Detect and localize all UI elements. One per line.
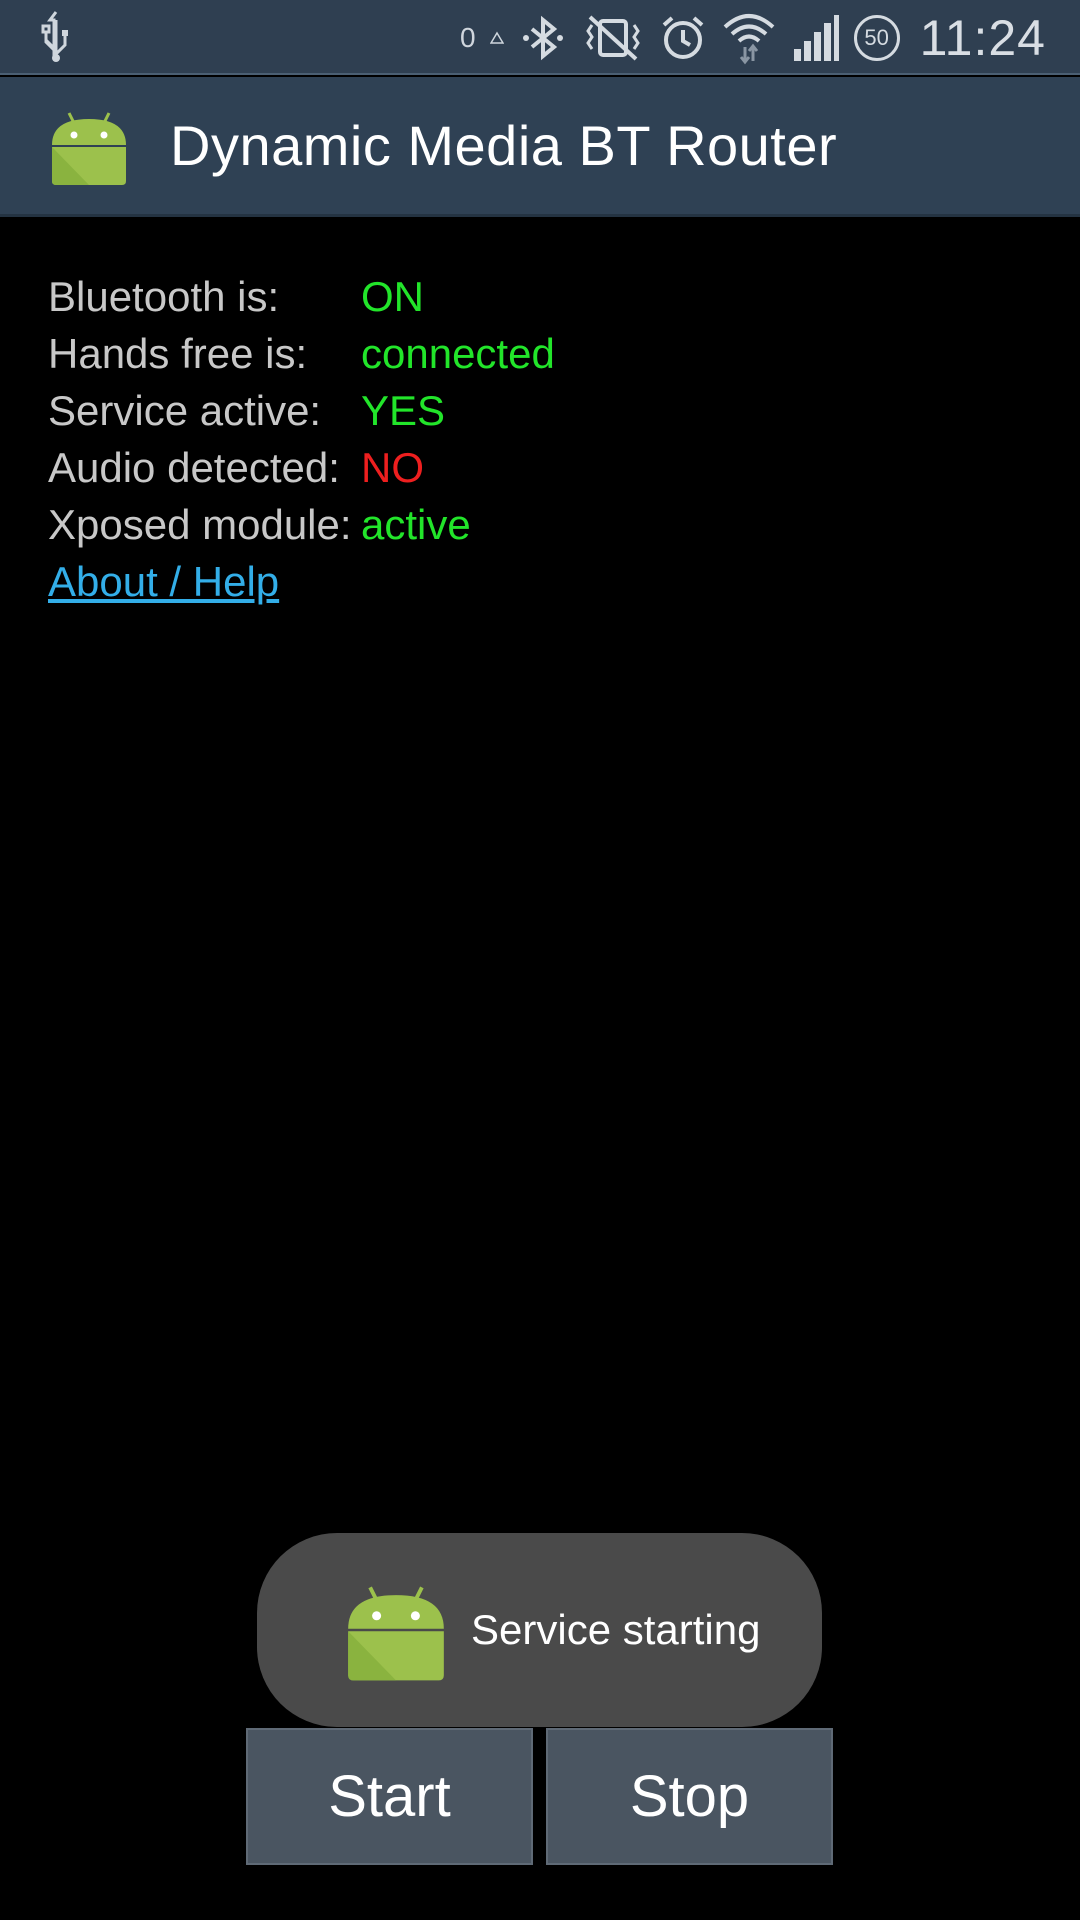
alarm-icon [662, 15, 703, 59]
data-counter: 0 [460, 21, 476, 53]
vibrate-icon [585, 15, 640, 60]
status-value: NO [361, 444, 424, 491]
status-label: Bluetooth is: [48, 273, 280, 320]
toast-message: Service starting [471, 1606, 761, 1653]
toast: Service starting [257, 1533, 822, 1727]
status-row-service: Service active: YES [48, 382, 555, 439]
clock: 11:24 [919, 9, 1046, 66]
signal-icon [793, 14, 839, 61]
status-value: connected [361, 330, 555, 377]
action-bar: Dynamic Media BT Router [0, 77, 1080, 217]
stop-button[interactable]: Stop [546, 1728, 833, 1865]
status-panel: Bluetooth is: ON Hands free is: connecte… [48, 268, 555, 610]
android-logo-icon [348, 1586, 444, 1681]
status-value: active [361, 501, 471, 548]
data-arrow-icon [489, 31, 504, 44]
usb-icon [41, 11, 68, 62]
status-label: Audio detected: [48, 444, 340, 491]
status-label: Xposed module: [48, 501, 352, 548]
start-button[interactable]: Start [246, 1728, 533, 1865]
app-title: Dynamic Media BT Router [170, 114, 838, 177]
wifi-icon [723, 13, 774, 64]
status-value: YES [361, 387, 446, 434]
battery-icon: 50 [853, 14, 900, 61]
bluetooth-icon [522, 15, 563, 60]
status-row-bluetooth: Bluetooth is: ON [48, 268, 555, 325]
status-value: ON [361, 273, 424, 320]
android-logo-icon[interactable] [48, 105, 130, 187]
status-bar: 0 50 11:24 [0, 0, 1080, 75]
status-label: Service active: [48, 387, 322, 434]
about-help-link[interactable]: About / Help [48, 553, 279, 610]
status-row-xposed: Xposed module: active [48, 496, 555, 553]
battery-level: 50 [864, 24, 889, 50]
status-row-audio: Audio detected: NO [48, 439, 555, 496]
status-label: Hands free is: [48, 330, 308, 377]
status-row-hands-free: Hands free is: connected [48, 325, 555, 382]
